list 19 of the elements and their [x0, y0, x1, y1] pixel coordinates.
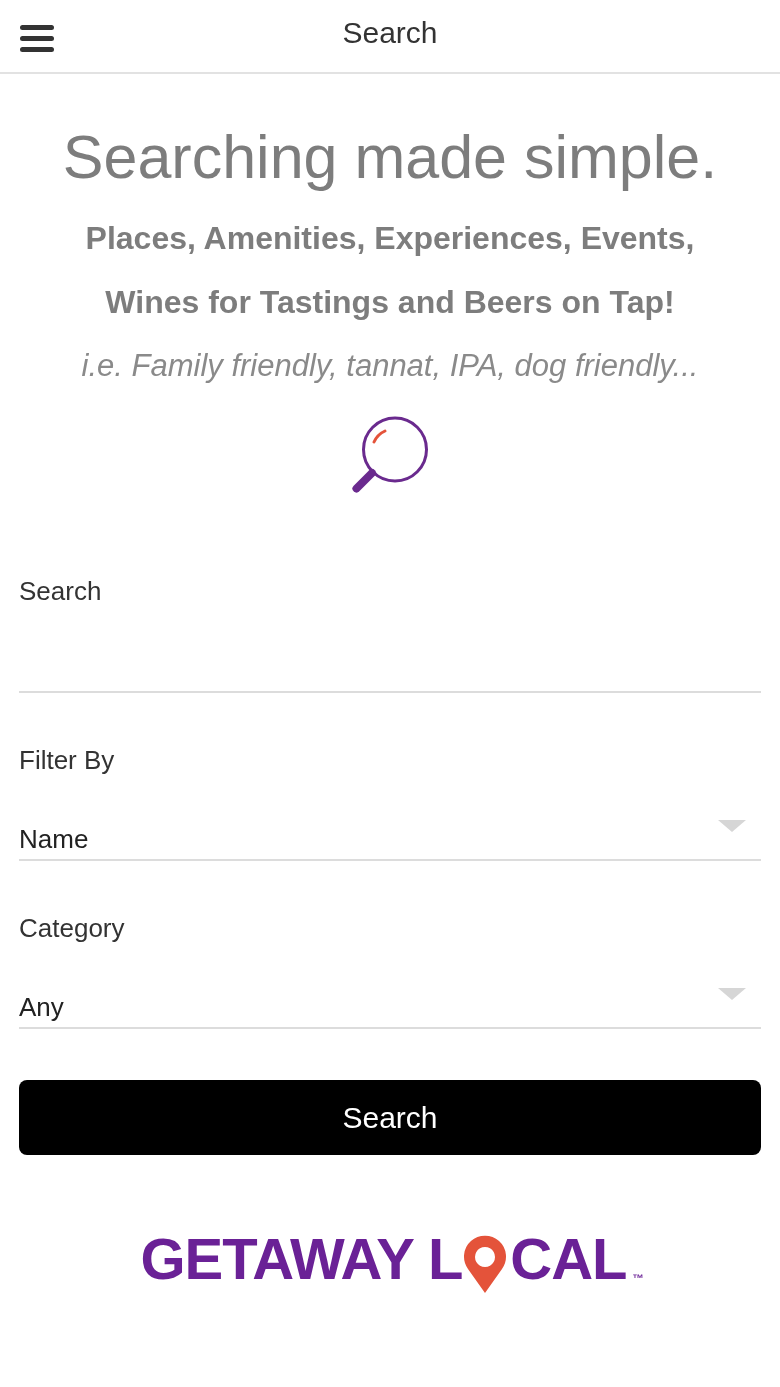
- trademark-mark: ™: [632, 1272, 644, 1284]
- map-pin-icon: [463, 1235, 508, 1293]
- page-title: Search: [342, 16, 438, 50]
- hero-subtitle: Wines for Tastings and Beers on Tap!: [105, 283, 675, 322]
- search-icon: [351, 416, 429, 493]
- hero-hint: i.e. Family friendly, tannat, IPA, dog friendly...: [81, 347, 699, 385]
- dropdown-field[interactable]: Name: [19, 811, 761, 861]
- menu-icon[interactable]: [20, 25, 54, 52]
- field-label: Category: [19, 912, 126, 944]
- hero-heading: Searching made simple.: [62, 122, 718, 192]
- hero-subtitle: Places, Amenities, Experiences, Events,: [85, 219, 695, 258]
- caret-icon: [718, 988, 746, 1000]
- field-label: Filter By: [19, 744, 116, 776]
- logo-text: CAL: [510, 1230, 627, 1288]
- dropdown-field[interactable]: Any: [19, 979, 761, 1029]
- caret-icon: [718, 820, 746, 832]
- field-label: Search: [19, 575, 103, 607]
- logo-text: GETAWAY L: [140, 1230, 463, 1288]
- search-button[interactable]: Search: [19, 1080, 761, 1155]
